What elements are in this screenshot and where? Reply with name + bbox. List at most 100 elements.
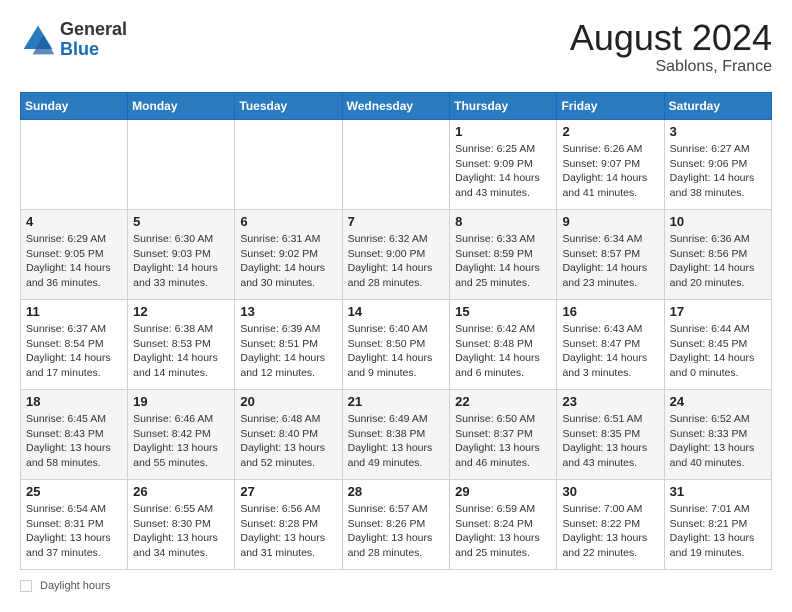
calendar-header-row: Sunday Monday Tuesday Wednesday Thursday… [21,93,772,120]
day-info: Sunrise: 6:54 AM Sunset: 8:31 PM Dayligh… [26,502,122,561]
day-number: 16 [562,304,658,319]
day-number: 26 [133,484,229,499]
title-block: August 2024 Sablons, France [570,20,772,76]
day-info: Sunrise: 6:38 AM Sunset: 8:53 PM Dayligh… [133,322,229,381]
table-row [128,120,235,210]
header-friday: Friday [557,93,664,120]
day-info: Sunrise: 6:55 AM Sunset: 8:30 PM Dayligh… [133,502,229,561]
day-info: Sunrise: 6:49 AM Sunset: 8:38 PM Dayligh… [348,412,445,471]
table-row: 11 Sunrise: 6:37 AM Sunset: 8:54 PM Dayli… [21,300,128,390]
day-info: Sunrise: 7:01 AM Sunset: 8:21 PM Dayligh… [670,502,766,561]
day-info: Sunrise: 6:56 AM Sunset: 8:28 PM Dayligh… [240,502,336,561]
day-info: Sunrise: 6:37 AM Sunset: 8:54 PM Dayligh… [26,322,122,381]
table-row: 9 Sunrise: 6:34 AM Sunset: 8:57 PM Daylig… [557,210,664,300]
day-number: 5 [133,214,229,229]
table-row: 12 Sunrise: 6:38 AM Sunset: 8:53 PM Dayli… [128,300,235,390]
table-row: 5Sunrise: 6:30 AM Sunset: 9:03 PM Daylig… [128,210,235,300]
calendar-week-row: 11 Sunrise: 6:37 AM Sunset: 8:54 PM Dayli… [21,300,772,390]
table-row: 16 Sunrise: 6:43 AM Sunset: 8:47 PM Dayli… [557,300,664,390]
day-info: Sunrise: 6:31 AM Sunset: 9:02 PM Dayligh… [240,232,336,291]
day-info: Sunrise: 6:26 AM Sunset: 9:07 PM Dayligh… [562,142,658,201]
day-number: 20 [240,394,336,409]
table-row: 27 Sunrise: 6:56 AM Sunset: 8:28 PM Dayli… [235,480,342,570]
table-row: 29Sunrise: 6:59 AM Sunset: 8:24 PM Dayli… [450,480,557,570]
table-row: 4Sunrise: 6:29 AM Sunset: 9:05 PM Daylig… [21,210,128,300]
table-row: 30 Sunrise: 7:00 AM Sunset: 8:22 PM Dayli… [557,480,664,570]
day-number: 1 [455,124,551,139]
table-row [21,120,128,210]
table-row: 31 Sunrise: 7:01 AM Sunset: 8:21 PM Dayli… [664,480,771,570]
table-row: 10 Sunrise: 6:36 AM Sunset: 8:56 PM Dayli… [664,210,771,300]
day-info: Sunrise: 6:33 AM Sunset: 8:59 PM Dayligh… [455,232,551,291]
day-number: 11 [26,304,122,319]
day-number: 9 [562,214,658,229]
day-number: 7 [348,214,445,229]
table-row: 25 Sunrise: 6:54 AM Sunset: 8:31 PM Dayli… [21,480,128,570]
day-info: Sunrise: 6:57 AM Sunset: 8:26 PM Dayligh… [348,502,445,561]
table-row: 6 Sunrise: 6:31 AM Sunset: 9:02 PM Daylig… [235,210,342,300]
day-info: Sunrise: 6:29 AM Sunset: 9:05 PM Dayligh… [26,232,122,291]
table-row: 21 Sunrise: 6:49 AM Sunset: 8:38 PM Dayli… [342,390,450,480]
logo-icon [20,22,56,58]
footer: Daylight hours [20,580,772,592]
logo-general: General [60,19,127,39]
day-info: Sunrise: 7:00 AM Sunset: 8:22 PM Dayligh… [562,502,658,561]
table-row: 17Sunrise: 6:44 AM Sunset: 8:45 PM Dayli… [664,300,771,390]
day-info: Sunrise: 6:50 AM Sunset: 8:37 PM Dayligh… [455,412,551,471]
table-row: 24 Sunrise: 6:52 AM Sunset: 8:33 PM Dayli… [664,390,771,480]
daylight-legend-box [20,580,32,592]
day-info: Sunrise: 6:39 AM Sunset: 8:51 PM Dayligh… [240,322,336,381]
day-number: 31 [670,484,766,499]
day-number: 6 [240,214,336,229]
day-info: Sunrise: 6:52 AM Sunset: 8:33 PM Dayligh… [670,412,766,471]
day-info: Sunrise: 6:25 AM Sunset: 9:09 PM Dayligh… [455,142,551,201]
day-info: Sunrise: 6:48 AM Sunset: 8:40 PM Dayligh… [240,412,336,471]
day-number: 10 [670,214,766,229]
day-number: 25 [26,484,122,499]
logo: General Blue [20,20,127,60]
table-row [342,120,450,210]
day-number: 19 [133,394,229,409]
day-number: 21 [348,394,445,409]
day-number: 14 [348,304,445,319]
header-wednesday: Wednesday [342,93,450,120]
day-number: 15 [455,304,551,319]
day-number: 8 [455,214,551,229]
day-info: Sunrise: 6:44 AM Sunset: 8:45 PM Dayligh… [670,322,766,381]
logo-blue: Blue [60,39,99,59]
day-info: Sunrise: 6:27 AM Sunset: 9:06 PM Dayligh… [670,142,766,201]
header-thursday: Thursday [450,93,557,120]
table-row: 8 Sunrise: 6:33 AM Sunset: 8:59 PM Daylig… [450,210,557,300]
day-info: Sunrise: 6:59 AM Sunset: 8:24 PM Dayligh… [455,502,551,561]
day-info: Sunrise: 6:40 AM Sunset: 8:50 PM Dayligh… [348,322,445,381]
month-year: August 2024 [570,20,772,56]
table-row: 13 Sunrise: 6:39 AM Sunset: 8:51 PM Dayli… [235,300,342,390]
day-number: 24 [670,394,766,409]
day-number: 18 [26,394,122,409]
day-number: 2 [562,124,658,139]
day-info: Sunrise: 6:36 AM Sunset: 8:56 PM Dayligh… [670,232,766,291]
table-row: 3Sunrise: 6:27 AM Sunset: 9:06 PM Daylig… [664,120,771,210]
day-number: 22 [455,394,551,409]
day-number: 27 [240,484,336,499]
day-info: Sunrise: 6:43 AM Sunset: 8:47 PM Dayligh… [562,322,658,381]
calendar-week-row: 4Sunrise: 6:29 AM Sunset: 9:05 PM Daylig… [21,210,772,300]
header-tuesday: Tuesday [235,93,342,120]
table-row: 18Sunrise: 6:45 AM Sunset: 8:43 PM Dayli… [21,390,128,480]
header-saturday: Saturday [664,93,771,120]
table-row: 1 Sunrise: 6:25 AM Sunset: 9:09 PM Daylig… [450,120,557,210]
day-number: 30 [562,484,658,499]
table-row [235,120,342,210]
day-number: 12 [133,304,229,319]
page-header: General Blue August 2024 Sablons, France [20,20,772,76]
calendar-week-row: 25 Sunrise: 6:54 AM Sunset: 8:31 PM Dayli… [21,480,772,570]
location: Sablons, France [570,58,772,76]
day-number: 13 [240,304,336,319]
day-info: Sunrise: 6:34 AM Sunset: 8:57 PM Dayligh… [562,232,658,291]
day-info: Sunrise: 6:51 AM Sunset: 8:35 PM Dayligh… [562,412,658,471]
day-info: Sunrise: 6:42 AM Sunset: 8:48 PM Dayligh… [455,322,551,381]
table-row: 20 Sunrise: 6:48 AM Sunset: 8:40 PM Dayli… [235,390,342,480]
header-sunday: Sunday [21,93,128,120]
table-row: 15 Sunrise: 6:42 AM Sunset: 8:48 PM Dayli… [450,300,557,390]
table-row: 19Sunrise: 6:46 AM Sunset: 8:42 PM Dayli… [128,390,235,480]
